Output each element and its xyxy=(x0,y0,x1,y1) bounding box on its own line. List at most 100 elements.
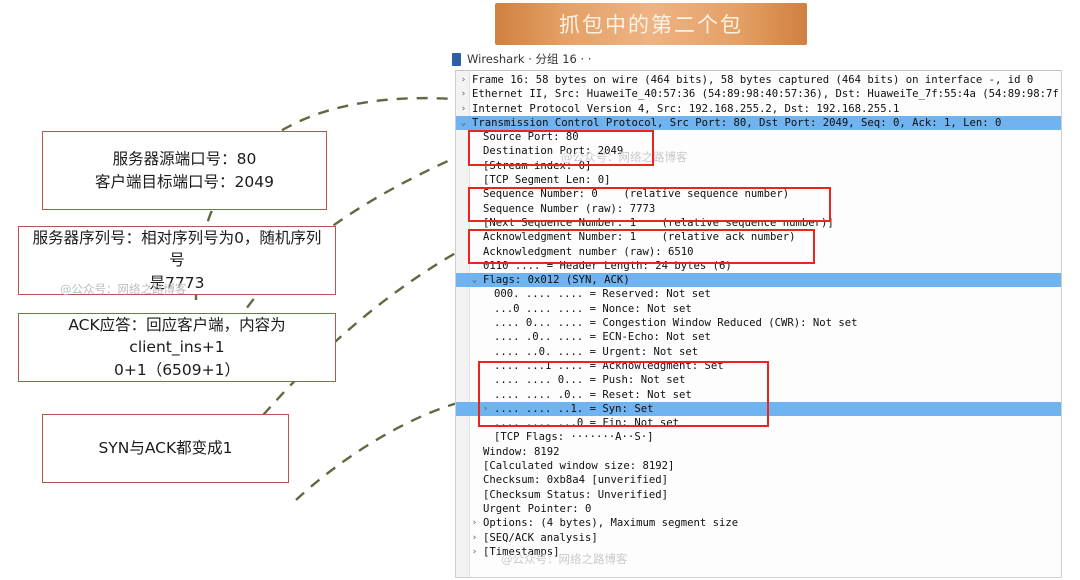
packet-tree-row-label: .... .... .0.. = Reset: Not set xyxy=(494,388,692,401)
packet-tree-row-label: .... .... ..1. = Syn: Set xyxy=(494,402,654,415)
packet-tree-row[interactable]: .... ..0. .... = Urgent: Not set xyxy=(456,345,1061,359)
note-flags: SYN与ACK都变成1 xyxy=(42,414,289,483)
note-line: 服务器源端口号：80 xyxy=(112,150,257,169)
packet-tree-row[interactable]: Window: 8192 xyxy=(456,445,1061,459)
packet-detail-panel[interactable]: › Frame 16: 58 bytes on wire (464 bits), … xyxy=(455,70,1062,578)
slide-root: 抓包中的第二个包 Wireshark · 分组 16 · · › Frame 16… xyxy=(0,0,1080,580)
packet-tree-row[interactable]: Source Port: 80 xyxy=(456,130,1061,144)
packet-tree-row[interactable]: Sequence Number: 0 (relative sequence nu… xyxy=(456,187,1061,201)
packet-tree-row[interactable]: ⌄ Transmission Control Protocol, Src Port… xyxy=(456,115,1061,131)
packet-tree-row-label: Options: (4 bytes), Maximum segment size xyxy=(483,517,739,530)
packet-tree-row[interactable]: .... ...1 .... = Acknowledgment: Set xyxy=(456,359,1061,373)
packet-tree-row-label: Checksum: 0xb8a4 [unverified] xyxy=(483,474,668,487)
packet-tree-row[interactable]: Destination Port: 2049 xyxy=(456,144,1061,158)
packet-tree-row[interactable]: › Internet Protocol Version 4, Src: 192.1… xyxy=(456,102,1061,116)
packet-tree-row-label: Source Port: 80 xyxy=(483,131,579,144)
packet-tree-row-label: 000. .... .... = Reserved: Not set xyxy=(494,288,711,301)
wireshark-titlebar: Wireshark · 分组 16 · · xyxy=(452,50,1052,68)
packet-tree-row-label: .... 0... .... = Congestion Window Reduc… xyxy=(494,317,858,330)
packet-tree-row-label: [Calculated window size: 8192] xyxy=(483,460,675,473)
packet-tree-row-label: Frame 16: 58 bytes on wire (464 bits), 5… xyxy=(472,74,1034,86)
packet-tree-row-label: ...0 .... .... = Nonce: Not set xyxy=(494,302,692,315)
packet-tree-row[interactable]: .... .... .0.. = Reset: Not set xyxy=(456,388,1061,402)
packet-tree-row[interactable]: Checksum: 0xb8a4 [unverified] xyxy=(456,473,1061,487)
wireshark-icon xyxy=(452,52,461,66)
chevron-down-icon[interactable]: ⌄ xyxy=(458,116,469,130)
packet-tree-row-label: .... ..0. .... = Urgent: Not set xyxy=(494,345,699,358)
wireshark-window-title: Wireshark · 分组 16 · · xyxy=(467,52,592,66)
note-flags-text: SYN与ACK都变成1 xyxy=(88,437,242,459)
packet-tree-row[interactable]: › Frame 16: 58 bytes on wire (464 bits), … xyxy=(456,73,1061,87)
note-line: 服务器序列号：相对序列号为0，随机序列号 xyxy=(32,228,322,270)
packet-tree-row-label: Flags: 0x012 (SYN, ACK) xyxy=(483,274,630,287)
slide-title-banner: 抓包中的第二个包 xyxy=(495,3,807,45)
packet-tree-row[interactable]: [Checksum Status: Unverified] xyxy=(456,488,1061,502)
packet-detail-tree[interactable]: › Frame 16: 58 bytes on wire (464 bits), … xyxy=(456,73,1061,559)
note-line: ACK应答：回应客户端，内容为client_ins+1 xyxy=(68,315,286,357)
packet-tree-row[interactable]: Urgent Pointer: 0 xyxy=(456,502,1061,516)
note-seq-text: 服务器序列号：相对序列号为0，随机序列号是7773 xyxy=(19,227,335,294)
packet-tree-row[interactable]: 0110 .... = Header Length: 24 bytes (6) xyxy=(456,259,1061,273)
packet-tree-row-label: [SEQ/ACK analysis] xyxy=(483,531,598,544)
packet-tree-row[interactable]: ⌄ Flags: 0x012 (SYN, ACK) xyxy=(456,273,1061,288)
packet-tree-row[interactable]: [TCP Flags: ·······A··S·] xyxy=(456,430,1061,444)
packet-tree-row-label: [Checksum Status: Unverified] xyxy=(483,488,668,501)
note-line: SYN与ACK都变成1 xyxy=(98,439,233,458)
chevron-right-icon[interactable]: › xyxy=(469,545,480,559)
note-line: 0+1（6509+1） xyxy=(113,360,240,379)
packet-tree-row-label: .... .... ...0 = Fin: Not set xyxy=(494,417,679,430)
chevron-down-icon[interactable]: ⌄ xyxy=(469,273,480,287)
packet-tree-row[interactable]: .... .... ...0 = Fin: Not set xyxy=(456,416,1061,430)
packet-tree-row-label: [TCP Flags: ·······A··S·] xyxy=(494,431,654,444)
packet-tree-row-label: Window: 8192 xyxy=(483,445,560,458)
chevron-right-icon[interactable]: › xyxy=(469,516,480,530)
packet-tree-row-label: [Next Sequence Number: 1 (relative seque… xyxy=(483,216,834,229)
packet-tree-row-label: Destination Port: 2049 xyxy=(483,145,624,158)
note-ports: 服务器源端口号：80 客户端目标端口号：2049 xyxy=(42,131,327,210)
packet-tree-row[interactable]: .... .0.. .... = ECN-Echo: Not set xyxy=(456,330,1061,344)
packet-tree-row[interactable]: › Options: (4 bytes), Maximum segment siz… xyxy=(456,516,1061,530)
note-seq: 服务器序列号：相对序列号为0，随机序列号是7773 xyxy=(18,226,336,295)
note-ack-text: ACK应答：回应客户端，内容为client_ins+1 0+1（6509+1） xyxy=(19,314,335,381)
chevron-right-icon[interactable]: › xyxy=(458,73,469,87)
packet-tree-row-label: [Stream index: 0] xyxy=(483,159,592,172)
note-line: 客户端目标端口号：2049 xyxy=(95,172,274,191)
packet-tree-row-label: Transmission Control Protocol, Src Port:… xyxy=(472,116,1002,129)
packet-tree-row[interactable]: .... .... 0... = Push: Not set xyxy=(456,373,1061,387)
packet-tree-row[interactable]: .... 0... .... = Congestion Window Reduc… xyxy=(456,316,1061,330)
packet-tree-row-label: .... ...1 .... = Acknowledgment: Set xyxy=(494,359,724,372)
packet-tree-row[interactable]: ...0 .... .... = Nonce: Not set xyxy=(456,302,1061,316)
packet-tree-row[interactable]: ›.... .... ..1. = Syn: Set xyxy=(456,401,1061,417)
packet-tree-row[interactable]: Acknowledgment Number: 1 (relative ack n… xyxy=(456,230,1061,244)
packet-tree-row[interactable]: Sequence Number (raw): 7773 xyxy=(456,202,1061,216)
packet-tree-row-label: .... .... 0... = Push: Not set xyxy=(494,374,686,387)
note-line: 是7773 xyxy=(149,273,205,292)
packet-tree-row[interactable]: [Calculated window size: 8192] xyxy=(456,459,1061,473)
slide-title-text: 抓包中的第二个包 xyxy=(559,13,743,37)
packet-tree-row-label: Sequence Number: 0 (relative sequence nu… xyxy=(483,188,790,201)
packet-tree-row-label: Sequence Number (raw): 7773 xyxy=(483,202,656,215)
packet-tree-row-label: Internet Protocol Version 4, Src: 192.16… xyxy=(472,102,900,115)
packet-tree-row[interactable]: [Stream index: 0] xyxy=(456,159,1061,173)
packet-tree-row-label: [Timestamps] xyxy=(483,545,560,558)
note-ack: ACK应答：回应客户端，内容为client_ins+1 0+1（6509+1） xyxy=(18,313,336,382)
packet-tree-row[interactable]: › [SEQ/ACK analysis] xyxy=(456,531,1061,545)
note-ports-text: 服务器源端口号：80 客户端目标端口号：2049 xyxy=(85,148,284,193)
packet-tree-row[interactable]: 000. .... .... = Reserved: Not set xyxy=(456,287,1061,301)
packet-tree-row-label: 0110 .... = Header Length: 24 bytes (6) xyxy=(483,259,732,272)
chevron-right-icon[interactable]: › xyxy=(469,531,480,545)
packet-tree-row[interactable]: [TCP Segment Len: 0] xyxy=(456,173,1061,187)
packet-tree-row[interactable]: › [Timestamps] xyxy=(456,545,1061,559)
packet-tree-row-label: Urgent Pointer: 0 xyxy=(483,502,592,515)
packet-tree-row-label: [TCP Segment Len: 0] xyxy=(483,174,611,187)
packet-tree-row-label: .... .0.. .... = ECN-Echo: Not set xyxy=(494,331,711,344)
chevron-right-icon[interactable]: › xyxy=(458,87,469,101)
packet-tree-row[interactable]: › Ethernet II, Src: HuaweiTe_40:57:36 (54… xyxy=(456,87,1061,101)
packet-tree-row-label: Acknowledgment Number: 1 (relative ack n… xyxy=(483,231,796,244)
chevron-right-icon[interactable]: › xyxy=(480,402,491,416)
packet-tree-row-label: Acknowledgment number (raw): 6510 xyxy=(483,245,694,258)
packet-tree-row-label: Ethernet II, Src: HuaweiTe_40:57:36 (54:… xyxy=(472,88,1062,101)
chevron-right-icon[interactable]: › xyxy=(458,102,469,116)
packet-tree-row[interactable]: [Next Sequence Number: 1 (relative seque… xyxy=(456,216,1061,230)
packet-tree-row[interactable]: Acknowledgment number (raw): 6510 xyxy=(456,245,1061,259)
